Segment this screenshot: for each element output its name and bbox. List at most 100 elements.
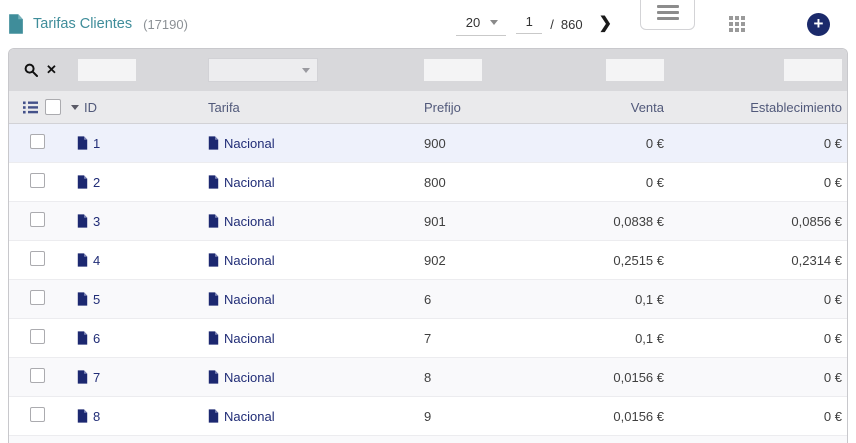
row-checkbox[interactable] [30, 290, 45, 305]
list-view-button[interactable] [640, 0, 695, 30]
table-row[interactable]: 6 Nacional 7 0,1 € 0 € [9, 319, 847, 358]
document-icon [77, 175, 88, 189]
row-id-link[interactable]: 3 [65, 214, 208, 229]
page-separator: / [550, 17, 554, 32]
row-prefijo: 901 [424, 214, 556, 229]
row-establecimiento: 0 € [664, 331, 842, 346]
next-page-button[interactable]: ❯ [599, 16, 612, 32]
row-prefijo: 7 [424, 331, 556, 346]
column-header-establecimiento[interactable]: Establecimiento [664, 100, 842, 115]
table-row[interactable]: 3 Nacional 901 0,0838 € 0,0856 € [9, 202, 847, 241]
filter-prefijo-input[interactable] [424, 59, 482, 81]
document-icon [77, 214, 88, 228]
document-icon [77, 409, 88, 423]
document-icon [77, 292, 88, 306]
row-prefijo: 9 [424, 409, 556, 424]
add-record-button[interactable]: + [807, 13, 830, 36]
table-row[interactable]: 8 Nacional 9 0,0156 € 0 € [9, 397, 847, 436]
row-checkbox[interactable] [30, 251, 45, 266]
row-establecimiento: 0 € [664, 175, 842, 190]
column-header-prefijo[interactable]: Prefijo [424, 100, 556, 115]
row-venta: 0,2515 € [556, 253, 664, 268]
document-icon [208, 214, 219, 228]
document-icon [208, 292, 219, 306]
document-icon [77, 136, 88, 150]
filter-venta-input[interactable] [606, 59, 664, 81]
grid-view-icon[interactable] [729, 16, 745, 32]
row-tarifa-link[interactable]: Nacional [208, 136, 424, 151]
row-tarifa-link[interactable]: Nacional [208, 331, 424, 346]
row-tarifa-link[interactable]: Nacional [208, 292, 424, 307]
filter-establecimiento-input[interactable] [784, 59, 842, 81]
document-icon [77, 253, 88, 267]
document-icon [208, 409, 219, 423]
current-page-input[interactable] [516, 14, 542, 34]
column-header-id[interactable]: ID [65, 100, 208, 115]
hamburger-icon [657, 5, 679, 8]
document-icon [208, 253, 219, 267]
list-bullets-icon[interactable] [23, 101, 38, 114]
plus-icon: + [814, 15, 824, 32]
row-id-link[interactable]: 1 [65, 136, 208, 151]
table-body: 1 Nacional 900 0 € 0 € 2 [9, 124, 847, 436]
filter-id-input[interactable] [78, 59, 136, 81]
column-header-tarifa[interactable]: Tarifa [208, 100, 424, 115]
row-tarifa-link[interactable]: Nacional [208, 175, 424, 190]
row-id-link[interactable]: 7 [65, 370, 208, 385]
row-establecimiento: 0,2314 € [664, 253, 842, 268]
row-venta: 0 € [556, 136, 664, 151]
table-row-partial [9, 436, 847, 443]
filter-row: ✕ [9, 49, 847, 91]
document-icon [77, 331, 88, 345]
row-id-link[interactable]: 2 [65, 175, 208, 190]
page-size-selector[interactable]: 20 [456, 13, 506, 36]
table-row[interactable]: 1 Nacional 900 0 € 0 € [9, 124, 847, 163]
row-checkbox[interactable] [30, 407, 45, 422]
search-icon[interactable] [24, 63, 38, 77]
row-venta: 0,0156 € [556, 409, 664, 424]
row-checkbox[interactable] [30, 329, 45, 344]
row-tarifa-link[interactable]: Nacional [208, 370, 424, 385]
record-count: (17190) [143, 17, 188, 32]
row-checkbox[interactable] [30, 368, 45, 383]
filter-tarifa-select[interactable] [208, 58, 318, 82]
row-venta: 0,0838 € [556, 214, 664, 229]
row-id-link[interactable]: 4 [65, 253, 208, 268]
row-venta: 0,1 € [556, 331, 664, 346]
document-icon [208, 370, 219, 384]
document-icon [208, 331, 219, 345]
table-row[interactable]: 4 Nacional 902 0,2515 € 0,2314 € [9, 241, 847, 280]
top-bar: Tarifas Clientes (17190) 20 / 860 ❯ + [0, 0, 856, 48]
select-all-checkbox[interactable] [45, 99, 61, 115]
row-checkbox[interactable] [30, 173, 45, 188]
document-icon [77, 370, 88, 384]
breadcrumb: Tarifas Clientes (17190) [8, 14, 188, 34]
row-tarifa-link[interactable]: Nacional [208, 409, 424, 424]
column-header-venta[interactable]: Venta [556, 100, 664, 115]
row-prefijo: 900 [424, 136, 556, 151]
document-icon [208, 136, 219, 150]
row-checkbox[interactable] [30, 134, 45, 149]
row-id-link[interactable]: 6 [65, 331, 208, 346]
clear-filters-icon[interactable]: ✕ [46, 62, 57, 78]
chevron-down-icon [302, 68, 310, 73]
row-establecimiento: 0 € [664, 370, 842, 385]
row-tarifa-link[interactable]: Nacional [208, 253, 424, 268]
row-establecimiento: 0 € [664, 136, 842, 151]
row-tarifa-link[interactable]: Nacional [208, 214, 424, 229]
page-title: Tarifas Clientes [33, 16, 132, 32]
row-prefijo: 8 [424, 370, 556, 385]
table-row[interactable]: 2 Nacional 800 0 € 0 € [9, 163, 847, 202]
row-venta: 0,1 € [556, 292, 664, 307]
document-icon [8, 14, 24, 34]
row-id-link[interactable]: 5 [65, 292, 208, 307]
row-id-link[interactable]: 8 [65, 409, 208, 424]
sort-desc-icon [71, 105, 79, 110]
table-row[interactable]: 7 Nacional 8 0,0156 € 0 € [9, 358, 847, 397]
table-row[interactable]: 5 Nacional 6 0,1 € 0 € [9, 280, 847, 319]
pager: 20 / 860 ❯ [456, 13, 612, 36]
row-prefijo: 902 [424, 253, 556, 268]
row-checkbox[interactable] [30, 212, 45, 227]
row-establecimiento: 0,0856 € [664, 214, 842, 229]
row-venta: 0 € [556, 175, 664, 190]
